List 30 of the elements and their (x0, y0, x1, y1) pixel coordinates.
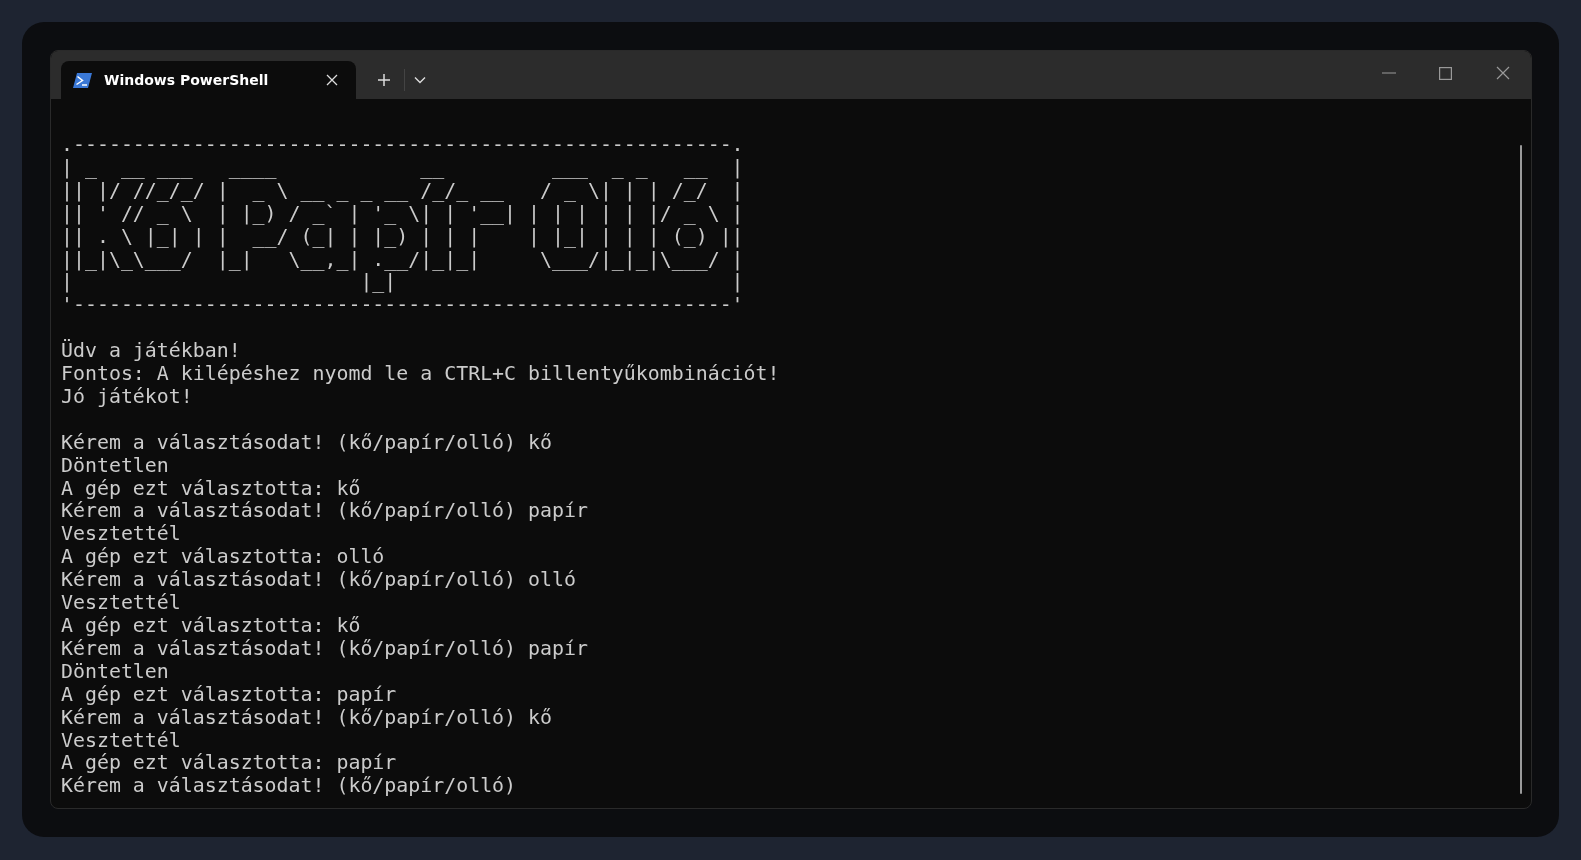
terminal-line: Kérem a választásodat! (kő/papír/olló) (61, 775, 518, 799)
terminal-line: Kérem a választásodat! (kő/papír/olló) olló (61, 569, 577, 593)
terminal-line: Kérem a választásodat! (kő/papír/olló) papír (61, 637, 589, 661)
minimize-icon (1381, 72, 1396, 74)
terminal-line: A gép ezt választotta: papír (61, 683, 398, 707)
terminal-line: Döntetlen (61, 660, 170, 684)
ascii-art-text: .-------------------------------------------------------. | _ __ ___ ____ __ ___ _ _ __ | || |/ //_/_/ | _ \ __ _ _ __ /_/_ __ / _ \| | | /_/ | || ' // _ \ | |_) / _` | '_ \| | '__| | | | | | |/ _ \ | || . \ |_| | | __/ (_| | |_) | | | | |_| | | | (_) || ||_|\_\___/ |_| \__,_| .__/|_|_| \___/|_|_|\___/ | | |_| | '-------------------------------------------------------' (61, 134, 744, 318)
terminal-line: A gép ezt választotta: papír (61, 752, 398, 776)
terminal-line: Fontos: A kilépéshez nyomd le a CTRL+C billentyűkombinációt! (61, 363, 781, 386)
terminal-line: A gép ezt választotta: olló (61, 546, 386, 570)
terminal-prompt-icon (73, 72, 92, 88)
chevron-down-icon (414, 76, 426, 84)
plus-icon (377, 73, 391, 87)
terminal-line: Kérem a választásodat! (kő/papír/olló) kő (61, 706, 553, 730)
terminal-line: Jó játékot! (61, 385, 194, 409)
terminal-line: A gép ezt választotta: kő (61, 477, 362, 501)
close-icon (326, 74, 338, 86)
terminal-line: Üdv a játékban! (61, 340, 242, 364)
terminal-tab[interactable]: Windows PowerShell (61, 61, 356, 99)
scrollbar[interactable] (1520, 145, 1522, 795)
terminal-line: Kérem a választásodat! (kő/papír/olló) papír (61, 500, 589, 524)
terminal-line: Vesztettél (61, 729, 182, 753)
maximize-icon (1439, 66, 1452, 80)
terminal-line: Vesztettél (61, 523, 182, 547)
tab-title: Windows PowerShell (104, 72, 270, 88)
terminal-line: Döntetlen (61, 454, 170, 478)
terminal-line: Vesztettél (61, 592, 182, 615)
terminal-line: Kérem a választásodat! (kő/papír/olló) kő (61, 431, 553, 455)
terminal-line: A gép ezt választotta: kő (61, 615, 362, 638)
close-icon (1495, 66, 1510, 80)
